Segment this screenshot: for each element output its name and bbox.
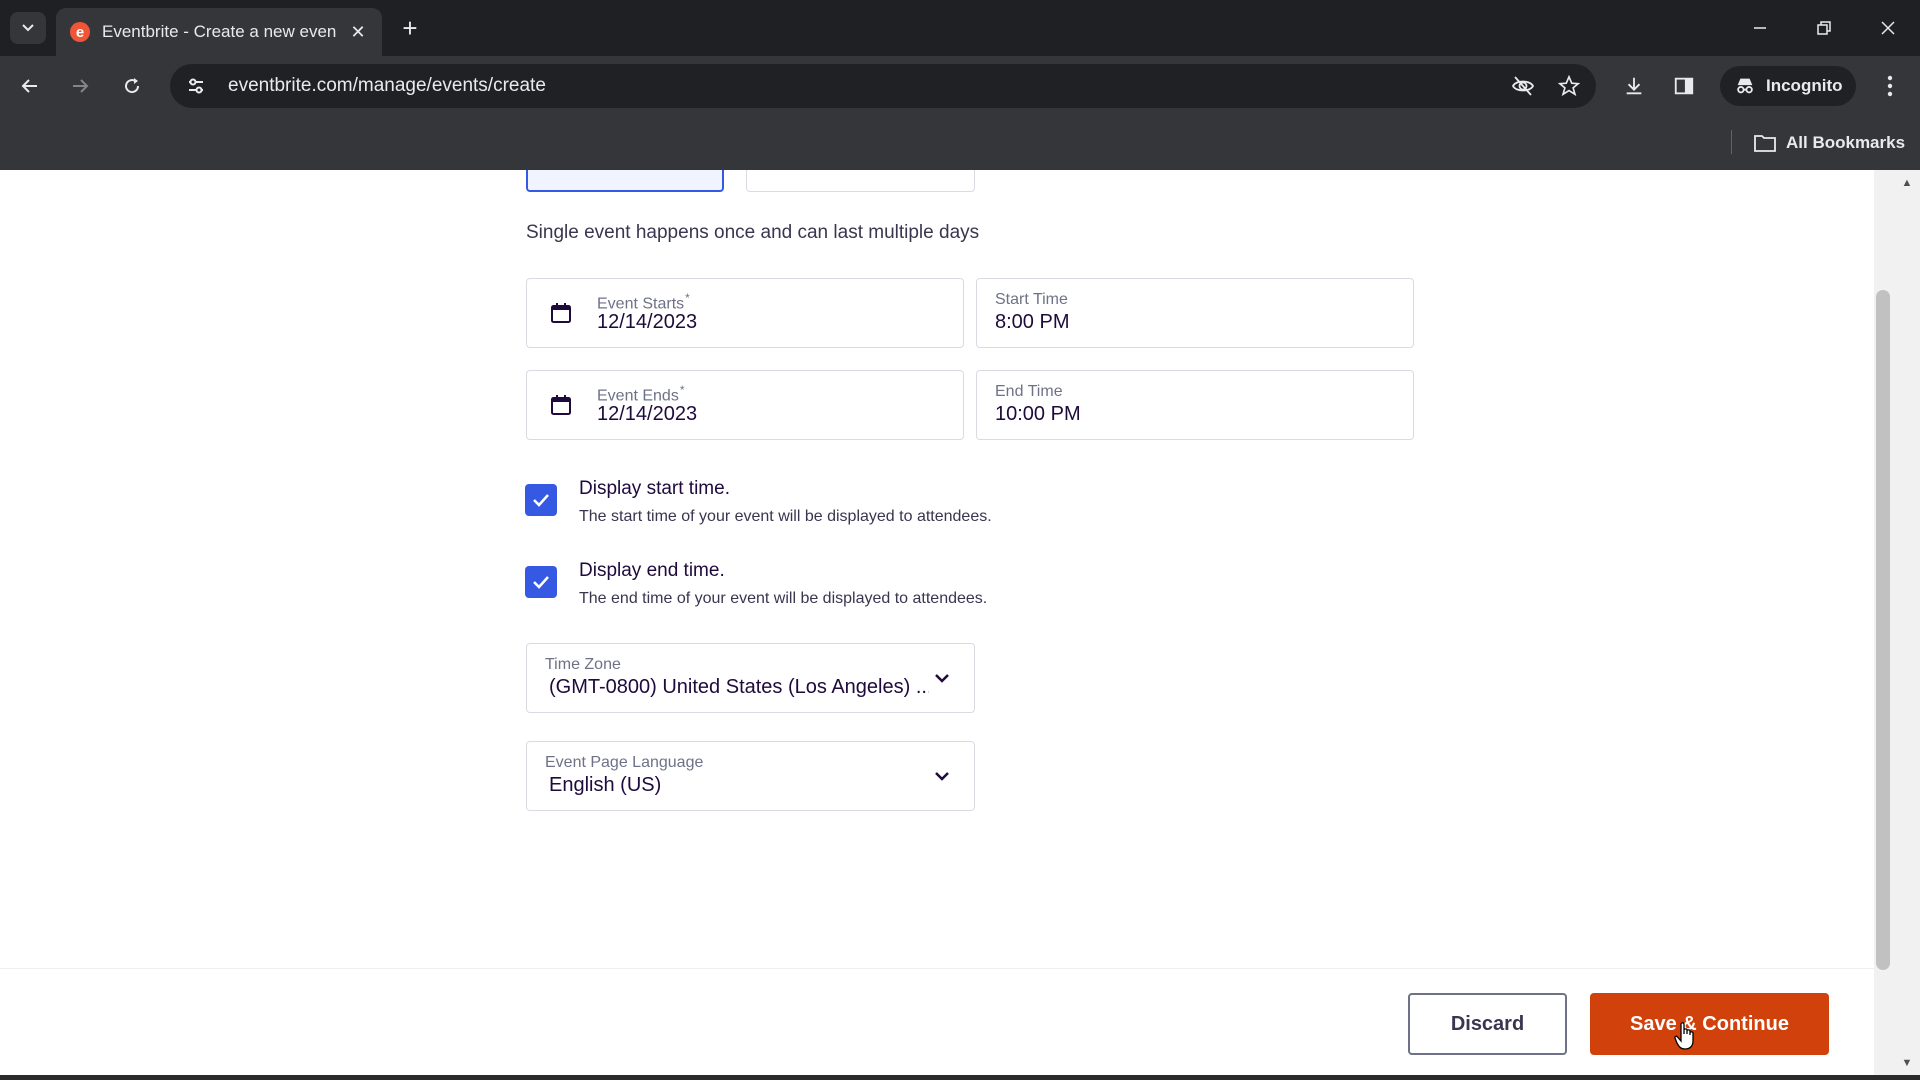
tab-search-button[interactable] xyxy=(10,12,46,44)
tab-close-icon[interactable]: ✕ xyxy=(348,22,368,43)
event-page-language-value: English (US) xyxy=(549,774,662,796)
discard-button[interactable]: Discard xyxy=(1408,993,1567,1055)
incognito-badge[interactable]: Incognito xyxy=(1720,66,1857,106)
recurring-event-type-button[interactable] xyxy=(746,170,975,192)
back-button[interactable] xyxy=(12,68,48,104)
event-page-language-select[interactable]: Event Page Language English (US) xyxy=(526,741,975,811)
checkmark-icon xyxy=(533,494,549,507)
close-window-button[interactable] xyxy=(1856,0,1920,56)
end-time-field[interactable]: End Time 10:00 PM xyxy=(976,370,1414,440)
event-page-language-label: Event Page Language xyxy=(545,754,704,771)
footer-divider xyxy=(0,968,1874,969)
minimize-button[interactable] xyxy=(1728,0,1792,56)
close-icon xyxy=(1881,21,1895,35)
folder-icon xyxy=(1754,135,1776,152)
event-ends-label-text: Event Ends xyxy=(597,387,679,405)
chevron-down-icon xyxy=(935,772,949,781)
all-bookmarks-button[interactable]: All Bookmarks xyxy=(1754,128,1905,158)
start-time-label: Start Time xyxy=(995,291,1068,308)
site-info-icon[interactable] xyxy=(174,64,218,108)
more-menu-icon[interactable] xyxy=(1872,68,1908,104)
time-zone-select[interactable]: Time Zone (GMT-0800) United States (Los … xyxy=(526,643,975,713)
window-controls xyxy=(1728,0,1920,56)
display-end-time-checkbox[interactable] xyxy=(525,566,557,598)
event-starts-label: Event Starts* xyxy=(597,291,690,313)
bookmarks-bar: All Bookmarks xyxy=(0,116,1920,170)
end-time-label: End Time xyxy=(995,383,1063,400)
end-time-value: 10:00 PM xyxy=(995,403,1081,425)
side-panel-icon[interactable] xyxy=(1666,68,1702,104)
browser-tab-active[interactable]: e Eventbrite - Create a new even ✕ xyxy=(56,8,382,56)
address-bar[interactable]: eventbrite.com/manage/events/create xyxy=(170,64,1596,108)
display-start-time-description: The start time of your event will be dis… xyxy=(579,508,992,525)
tab-title: Eventbrite - Create a new even xyxy=(102,22,336,41)
event-ends-value: 12/14/2023 xyxy=(597,403,698,425)
calendar-icon xyxy=(551,395,571,415)
new-tab-button[interactable]: + xyxy=(392,12,428,44)
browser-titlebar: e Eventbrite - Create a new even ✕ + xyxy=(0,0,1920,56)
url-text[interactable]: eventbrite.com/manage/events/create xyxy=(228,75,546,97)
display-end-time-title: Display end time. xyxy=(579,560,725,581)
incognito-label: Incognito xyxy=(1766,76,1843,95)
all-bookmarks-label: All Bookmarks xyxy=(1786,133,1906,152)
single-event-type-button[interactable] xyxy=(526,170,724,192)
bottom-edge xyxy=(0,1075,1920,1080)
save-and-continue-button[interactable]: Save & Continue xyxy=(1590,993,1829,1055)
event-type-helper-text: Single event happens once and can last m… xyxy=(526,222,980,243)
display-start-time-title: Display start time. xyxy=(579,478,730,499)
minimize-icon xyxy=(1754,27,1766,29)
calendar-icon xyxy=(551,303,571,323)
scroll-up-icon[interactable]: ▲ xyxy=(1898,176,1916,190)
start-time-field[interactable]: Start Time 8:00 PM xyxy=(976,278,1414,348)
eventbrite-favicon-icon: e xyxy=(70,22,90,42)
display-end-time-description: The end time of your event will be displ… xyxy=(579,590,988,607)
scrollbar-thumb[interactable] xyxy=(1876,290,1890,970)
start-time-value: 8:00 PM xyxy=(995,311,1070,333)
reload-button[interactable] xyxy=(114,68,150,104)
chevron-down-icon xyxy=(935,674,949,683)
restore-button[interactable] xyxy=(1792,0,1856,56)
event-ends-field[interactable]: Event Ends* 12/14/2023 xyxy=(526,370,964,440)
hand-cursor-icon xyxy=(1674,1022,1694,1050)
chevron-down-icon xyxy=(22,24,34,32)
bookmarks-separator xyxy=(1731,130,1732,154)
arrow-left-icon xyxy=(21,79,37,93)
forward-button[interactable] xyxy=(62,68,98,104)
event-starts-field[interactable]: Event Starts* 12/14/2023 xyxy=(526,278,964,348)
eye-off-icon[interactable] xyxy=(1506,69,1540,103)
display-start-time-checkbox[interactable] xyxy=(525,484,557,516)
event-starts-value: 12/14/2023 xyxy=(597,311,698,333)
event-create-page: Single event happens once and can last m… xyxy=(0,170,1874,1080)
scroll-down-icon[interactable]: ▼ xyxy=(1898,1056,1916,1070)
incognito-icon xyxy=(1737,78,1753,94)
browser-toolbar: eventbrite.com/manage/events/create Inco… xyxy=(0,56,1920,116)
time-zone-value: (GMT-0800) United States (Los Angeles) .… xyxy=(549,676,929,698)
star-icon[interactable] xyxy=(1552,69,1586,103)
event-ends-label: Event Ends* xyxy=(597,383,685,405)
reload-icon xyxy=(125,78,140,94)
checkmark-icon xyxy=(533,576,549,589)
required-mark: * xyxy=(685,291,690,305)
event-starts-label-text: Event Starts xyxy=(597,295,685,313)
required-mark: * xyxy=(679,383,685,397)
arrow-right-icon xyxy=(73,79,89,93)
restore-icon xyxy=(1817,21,1831,35)
download-icon[interactable] xyxy=(1616,68,1652,104)
time-zone-label: Time Zone xyxy=(545,656,621,673)
